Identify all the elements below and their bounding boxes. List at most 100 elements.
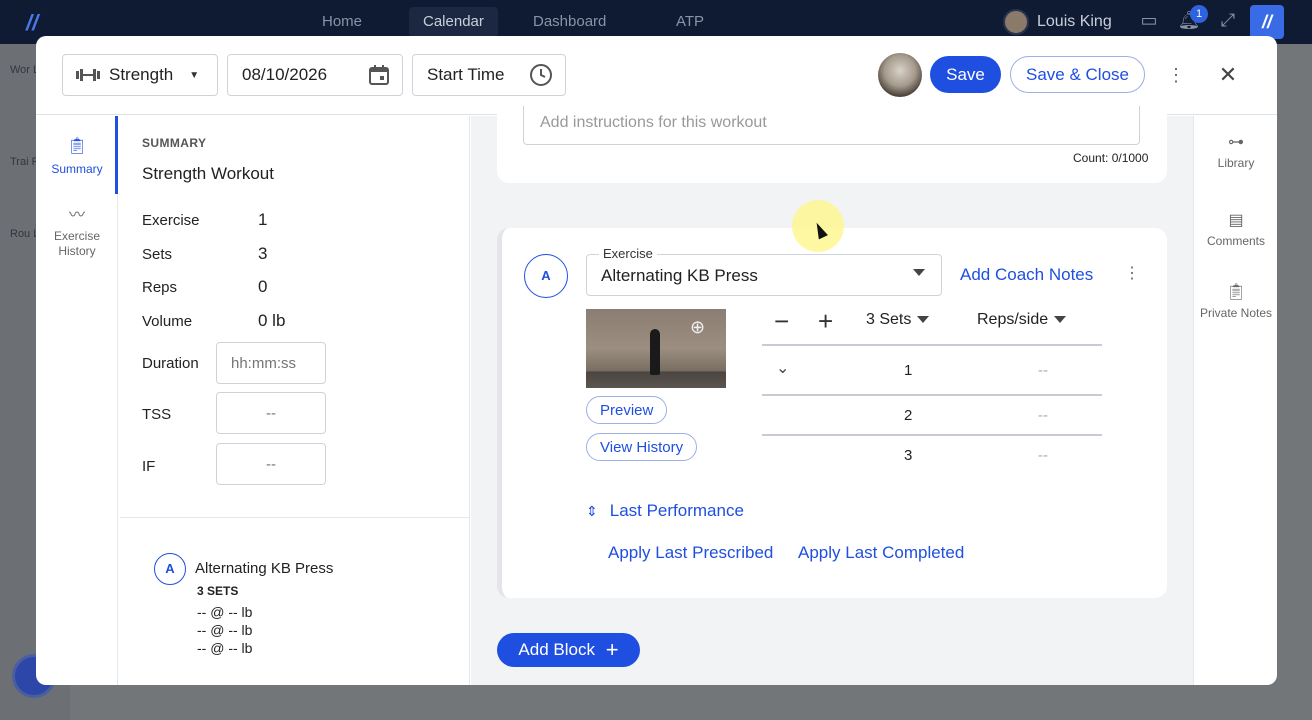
add-set-icon[interactable]: + (818, 308, 833, 334)
last-performance-label: Last Performance (609, 501, 744, 520)
remove-set-icon[interactable]: − (774, 308, 789, 334)
start-time-picker[interactable]: Start Time (412, 54, 566, 96)
save-close-button[interactable]: Save & Close (1010, 56, 1145, 93)
instructions-count: Count: 0/1000 (1073, 151, 1149, 165)
library-button[interactable]: ⊶ Library (1194, 134, 1277, 171)
summary-panel: SUMMARY Strength Workout Exercise 1 Sets… (120, 116, 470, 685)
save-button[interactable]: Save (930, 56, 1001, 93)
workout-builder: Add instructions for this workout Count:… (471, 106, 1193, 685)
athlete-avatar[interactable] (878, 53, 922, 97)
summary-set-row: -- @ -- lb (197, 604, 253, 620)
add-coach-notes-link[interactable]: Add Coach Notes (960, 265, 1093, 285)
set-reps[interactable]: -- (1038, 447, 1048, 464)
workout-type-select[interactable]: Strength ▼ (62, 54, 218, 96)
exercise-value: 1 (258, 210, 268, 229)
clock-icon[interactable] (529, 63, 553, 87)
comment-icon: ▤ (1228, 212, 1244, 229)
duration-label: Duration (142, 355, 199, 372)
workout-modal: Strength ▼ 08/10/2026 Start Time Save Sa… (36, 36, 1277, 685)
tss-label: TSS (142, 406, 172, 423)
private-notes-button[interactable]: 📋︎ Private Notes (1194, 284, 1277, 321)
set-number: 3 (904, 447, 913, 464)
notes-icon: 📋︎ (1225, 284, 1247, 301)
exercise-card: A Exercise Alternating KB Press Add Coac… (497, 228, 1167, 598)
more-options-icon[interactable]: ⋮ (1166, 62, 1186, 88)
if-label: IF (142, 458, 156, 475)
reps-value: 0 (258, 277, 268, 296)
plus-icon: + (605, 637, 619, 662)
close-icon[interactable]: ✕ (1216, 62, 1240, 88)
summary-title: Strength Workout (142, 164, 274, 183)
exercise-more-icon[interactable]: ⋮ (1124, 263, 1140, 283)
apply-last-prescribed-link[interactable]: Apply Last Prescribed (608, 543, 773, 563)
tab-exercise-history[interactable]: 〰 Exercise History (36, 208, 118, 259)
calendar-icon[interactable] (368, 64, 390, 86)
dumbbell-icon: ⊶ (1228, 134, 1244, 151)
reps-dropdown[interactable]: Reps/side (977, 311, 1067, 329)
view-history-button[interactable]: View History (586, 433, 698, 461)
exercise-label: Exercise (142, 212, 200, 229)
reps-dropdown-label: Reps/side (977, 311, 1049, 328)
user-name: Louis King (1037, 13, 1112, 30)
active-tab-indicator (115, 116, 118, 194)
tab-summary-label: Summary (51, 162, 103, 176)
summary-block-letter: A (154, 553, 186, 585)
nav-calendar[interactable]: Calendar (409, 7, 498, 37)
expand-icon[interactable]: ⤢ (1216, 10, 1240, 34)
summary-block-name: Alternating KB Press (195, 560, 334, 577)
start-time-label: Start Time (427, 65, 505, 84)
duration-input[interactable] (216, 342, 326, 384)
library-label: Library (1217, 156, 1255, 170)
dumbbell-icon (76, 69, 100, 81)
modal-header: Strength ▼ 08/10/2026 Start Time Save Sa… (36, 36, 1277, 115)
user-avatar (1003, 9, 1029, 35)
instructions-card: Add instructions for this workout Count:… (497, 106, 1167, 183)
set-reps[interactable]: -- (1038, 407, 1048, 424)
preview-button[interactable]: Preview (586, 396, 668, 424)
last-performance-toggle[interactable]: ⇕ Last Performance (586, 501, 744, 521)
summary-set-row: -- @ -- lb (197, 640, 253, 656)
summary-heading: SUMMARY (142, 136, 207, 150)
sets-value: 3 (258, 244, 268, 263)
set-number: 1 (904, 362, 913, 379)
comments-label: Comments (1206, 234, 1265, 248)
left-tab-rail: 📋︎ Summary 〰 Exercise History (36, 116, 118, 685)
chat-icon[interactable]: ▭ (1137, 10, 1161, 34)
summary-block-sets: 3 SETS (197, 584, 239, 598)
caret-down-icon (913, 269, 925, 276)
workout-type-value: Strength (109, 65, 174, 84)
tab-exercise-history-label: Exercise History (53, 229, 100, 258)
user-menu[interactable]: Louis King (1003, 8, 1112, 36)
volume-value: 0 lb (258, 311, 286, 330)
block-letter: A (524, 254, 568, 298)
app-logo-icon[interactable]: // (26, 10, 52, 35)
table-divider (762, 344, 1102, 346)
exercise-select[interactable]: Exercise Alternating KB Press (586, 246, 942, 296)
add-block-button[interactable]: Add Block + (497, 633, 640, 667)
volume-label: Volume (142, 313, 193, 330)
reps-label: Reps (142, 279, 178, 296)
expand-collapse-icon: ⇕ (586, 503, 598, 519)
tss-input[interactable] (216, 392, 326, 434)
zoom-in-icon[interactable]: ⊕ (690, 317, 705, 338)
brand-logo-icon[interactable]: // (1250, 5, 1284, 39)
set-reps[interactable]: -- (1038, 362, 1048, 379)
if-input[interactable] (216, 443, 326, 485)
chevron-down-icon[interactable]: ⌄ (776, 358, 789, 378)
sets-dropdown[interactable]: 3 Sets (866, 311, 930, 329)
exercise-video-thumbnail[interactable]: ⊕ (586, 309, 726, 388)
add-block-label: Add Block (518, 640, 595, 659)
caret-down-icon: ▼ (189, 69, 200, 81)
set-number: 2 (904, 407, 913, 424)
exercise-name: Alternating KB Press (601, 266, 758, 285)
summary-divider (120, 517, 470, 518)
summary-set-row: -- @ -- lb (197, 622, 253, 638)
tab-summary[interactable]: 📋︎ Summary (36, 136, 118, 176)
trend-line-icon: 〰 (68, 207, 85, 224)
instructions-input[interactable]: Add instructions for this workout (523, 106, 1140, 145)
private-notes-label: Private Notes (1199, 306, 1273, 320)
date-value: 08/10/2026 (242, 65, 328, 84)
comments-button[interactable]: ▤ Comments (1194, 212, 1277, 249)
date-picker[interactable]: 08/10/2026 (227, 54, 403, 96)
apply-last-completed-link[interactable]: Apply Last Completed (798, 543, 964, 563)
